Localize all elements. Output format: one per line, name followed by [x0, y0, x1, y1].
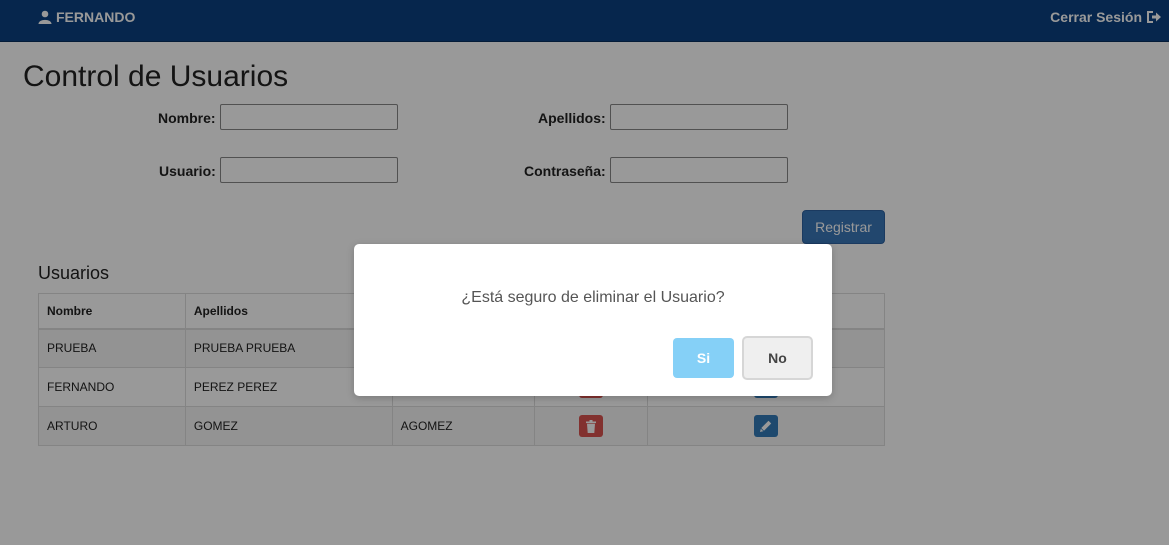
confirm-button[interactable]: Si: [673, 338, 734, 378]
dialog-message: ¿Está seguro de eliminar el Usuario?: [461, 289, 725, 306]
cancel-button[interactable]: No: [742, 336, 813, 380]
confirm-delete-dialog: ¿Está seguro de eliminar el Usuario? Si …: [354, 244, 832, 396]
